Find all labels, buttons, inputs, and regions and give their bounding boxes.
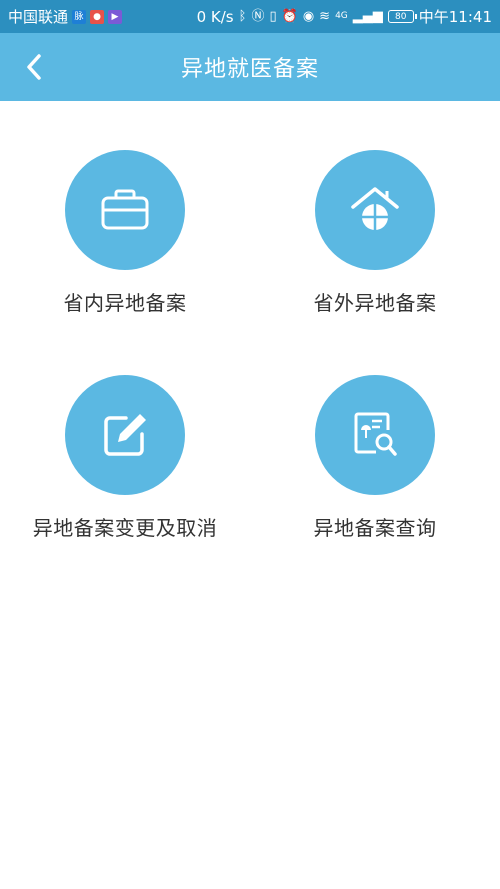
vibrate-icon: ▯: [269, 9, 277, 24]
nfc-icon: Ⓝ: [251, 9, 265, 24]
alarm-icon: ⏰: [281, 9, 298, 24]
icon-circle: [65, 150, 185, 270]
carrier-label: 中国联通: [8, 8, 69, 26]
map-pin-badge-icon: ●: [90, 9, 105, 24]
briefcase-icon: [101, 189, 149, 230]
icon-circle: [315, 150, 435, 270]
bluetooth-icon: ᛒ: [238, 9, 247, 24]
menu-item-label: 省内异地备案: [63, 291, 187, 315]
house-globe-icon: [351, 187, 399, 230]
status-bar: 中国联通 脉 ● ▶ 0 K/s ᛒ Ⓝ ▯ ⏰ ◉ ≋ 4G ▂▄▆ 80 中…: [0, 0, 500, 33]
battery-level: 80: [395, 11, 407, 22]
signal-icon: ▂▄▆: [352, 9, 383, 24]
document-search-icon: [354, 412, 397, 456]
network-type-label: 4G: [335, 11, 348, 21]
battery-icon: 80: [387, 10, 417, 23]
page-title: 异地就医备案: [180, 57, 319, 82]
wifi-icon: ≋: [319, 9, 331, 24]
header-bar: 异地就医备案: [0, 33, 500, 101]
hd-badge-icon: 脉: [72, 9, 87, 24]
network-speed: 0 K/s: [196, 7, 234, 26]
app-badge-icon: ▶: [108, 9, 123, 24]
clock: 中午11:41: [418, 8, 492, 26]
eye-icon: ◉: [302, 9, 315, 24]
menu-item-out-of-province[interactable]: 省外异地备案: [250, 101, 500, 326]
menu-item-label: 异地备案查询: [313, 516, 437, 540]
chevron-left-icon: [27, 54, 41, 80]
menu-item-label: 省外异地备案: [313, 291, 437, 315]
edit-icon: [104, 414, 146, 456]
icon-circle: [315, 375, 435, 495]
icon-circle: [65, 375, 185, 495]
menu-item-change-cancel[interactable]: 异地备案变更及取消: [0, 326, 250, 551]
menu-item-label: 异地备案变更及取消: [32, 516, 218, 540]
back-button[interactable]: [14, 47, 54, 87]
menu-item-query[interactable]: 异地备案查询: [250, 326, 500, 551]
menu-item-in-province[interactable]: 省内异地备案: [0, 101, 250, 326]
